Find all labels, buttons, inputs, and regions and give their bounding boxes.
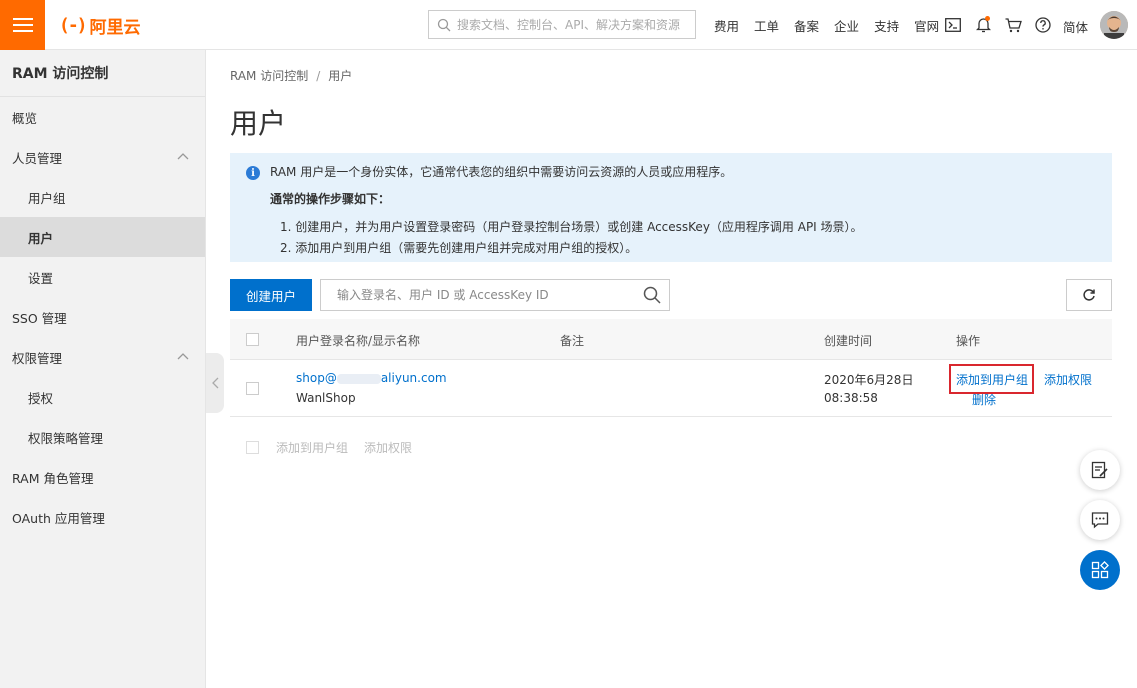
apps-fab[interactable] <box>1080 550 1120 590</box>
main-content: RAM 访问控制 / 用户 用户 i RAM 用户是一个身份实体，它通常代表您的组织… <box>206 50 1137 688</box>
top-bar: (-) 阿里云 费用 工单 备案 企业 支持 官网 简体 <box>0 0 1137 50</box>
info-description: RAM 用户是一个身份实体，它通常代表您的组织中需要访问云资源的人员或应用程序。 <box>270 165 733 179</box>
sidebar-item-users[interactable]: 用户 <box>0 217 205 257</box>
sidebar-item-label: OAuth 应用管理 <box>12 510 105 526</box>
select-all-checkbox[interactable] <box>246 333 259 346</box>
nav-support[interactable]: 支持 <box>874 16 899 35</box>
edit-note-icon <box>1091 461 1108 479</box>
user-search[interactable] <box>320 279 670 311</box>
sidebar-item-label: 授权 <box>28 390 54 406</box>
refresh-button[interactable] <box>1066 279 1112 311</box>
sidebar-item-label: 用户 <box>28 230 54 246</box>
created-time: 08:38:58 <box>824 391 878 405</box>
table-row: shop@ aliyun.com WanlShop 2020年6月28日 08:3… <box>230 361 1112 417</box>
nav-icp[interactable]: 备案 <box>794 16 819 35</box>
avatar[interactable] <box>1100 11 1128 39</box>
col-created: 创建时间 <box>824 334 873 348</box>
nav-fee[interactable]: 费用 <box>714 16 739 35</box>
batch-checkbox[interactable] <box>246 441 259 454</box>
sidebar-item-label: RAM 角色管理 <box>12 470 94 486</box>
row-checkbox[interactable] <box>246 382 259 395</box>
col-name: 用户登录名称/显示名称 <box>296 334 421 348</box>
user-search-input[interactable] <box>337 288 637 302</box>
info-step-1: 1. 创建用户，并为用户设置登录密码（用户登录控制台场景）或创建 AccessK… <box>280 220 863 234</box>
user-display-name: WanlShop <box>296 391 356 405</box>
chat-fab[interactable] <box>1080 500 1120 540</box>
page-title: 用户 <box>230 107 287 140</box>
sidebar-item-permissions[interactable]: 权限管理 <box>0 337 205 377</box>
sidebar-item-oauth[interactable]: OAuth 应用管理 <box>0 497 205 537</box>
global-search[interactable] <box>428 10 696 39</box>
menu-icon[interactable] <box>0 0 45 50</box>
refresh-icon <box>1083 289 1095 301</box>
add-permission-link[interactable]: 添加权限 <box>1044 371 1092 388</box>
sidebar-item-grants[interactable]: 授权 <box>0 377 205 417</box>
breadcrumb-current: 用户 <box>328 69 353 83</box>
breadcrumb-root[interactable]: RAM 访问控制 <box>230 69 308 83</box>
create-user-button[interactable]: 创建用户 <box>230 279 312 311</box>
sidebar-item-label: 设置 <box>28 270 54 286</box>
sidebar-item-sso[interactable]: SSO 管理 <box>0 297 205 337</box>
user-login-link[interactable]: shop@ aliyun.com <box>296 371 447 385</box>
sidebar-item-groups[interactable]: 用户组 <box>0 177 205 217</box>
breadcrumb-separator: / <box>316 69 321 83</box>
sidebar-item-label: 权限策略管理 <box>28 430 104 446</box>
sidebar-item-label: 用户组 <box>28 190 66 206</box>
login-suffix: aliyun.com <box>380 371 447 385</box>
col-actions: 操作 <box>956 334 981 348</box>
batch-add-group-button[interactable]: 添加到用户组 <box>276 439 348 456</box>
global-search-input[interactable] <box>457 17 687 32</box>
highlight-box <box>949 364 1034 394</box>
bell-icon[interactable] <box>974 16 992 34</box>
chevron-up-icon <box>177 353 189 360</box>
language-switch[interactable]: 简体 <box>1063 17 1088 36</box>
info-steps-title: 通常的操作步骤如下： <box>270 192 391 206</box>
info-icon: i <box>246 166 260 180</box>
nav-enterprise[interactable]: 企业 <box>834 16 859 35</box>
sidebar-item-label: 概览 <box>12 110 38 126</box>
notification-dot <box>985 16 990 21</box>
sidebar-item-label: SSO 管理 <box>12 310 67 326</box>
nav-official[interactable]: 官网 <box>914 16 939 35</box>
top-nav: 费用 工单 备案 企业 支持 官网 <box>714 0 954 50</box>
sidebar-title: RAM 访问控制 <box>0 50 205 97</box>
logo-mark: (-) <box>59 14 87 36</box>
help-icon[interactable] <box>1034 16 1052 34</box>
sidebar-item-settings[interactable]: 设置 <box>0 257 205 297</box>
feedback-fab[interactable] <box>1080 450 1120 490</box>
terminal-icon[interactable] <box>944 16 962 34</box>
table-header: 用户登录名称/显示名称 备注 创建时间 操作 <box>230 319 1112 360</box>
col-note: 备注 <box>560 334 585 348</box>
redacted-mask <box>336 373 381 384</box>
breadcrumb: RAM 访问控制 / 用户 <box>230 67 352 84</box>
logo-text: 阿里云 <box>89 17 141 38</box>
batch-add-permission-button[interactable]: 添加权限 <box>364 439 412 456</box>
top-icons <box>944 0 1052 50</box>
sidebar-item-identities[interactable]: 人员管理 <box>0 137 205 177</box>
sidebar-item-overview[interactable]: 概览 <box>0 97 205 137</box>
apps-grid-icon <box>1091 561 1109 579</box>
sidebar-item-policies[interactable]: 权限策略管理 <box>0 417 205 457</box>
info-banner: i RAM 用户是一个身份实体，它通常代表您的组织中需要访问云资源的人员或应用程… <box>230 153 1112 262</box>
login-prefix: shop@ <box>296 371 337 385</box>
search-icon[interactable] <box>643 286 661 304</box>
chevron-up-icon <box>177 153 189 160</box>
created-date: 2020年6月28日 <box>824 373 914 387</box>
sidebar-item-label: 权限管理 <box>12 350 63 366</box>
nav-ticket[interactable]: 工单 <box>754 16 779 35</box>
aliyun-logo[interactable]: (-) 阿里云 <box>59 14 141 38</box>
sidebar: RAM 访问控制 概览 人员管理 用户组 用户 设置 SSO 管理 权限管理 授… <box>0 50 206 688</box>
info-step-2: 2. 添加用户到用户组（需要先创建用户组并完成对用户组的授权）。 <box>280 241 638 255</box>
chat-icon <box>1091 512 1109 529</box>
search-icon <box>437 18 451 31</box>
cart-icon[interactable] <box>1004 16 1022 34</box>
sidebar-item-roles[interactable]: RAM 角色管理 <box>0 457 205 497</box>
sidebar-item-label: 人员管理 <box>12 150 63 166</box>
user-login-cell: shop@ aliyun.com <box>296 371 447 385</box>
